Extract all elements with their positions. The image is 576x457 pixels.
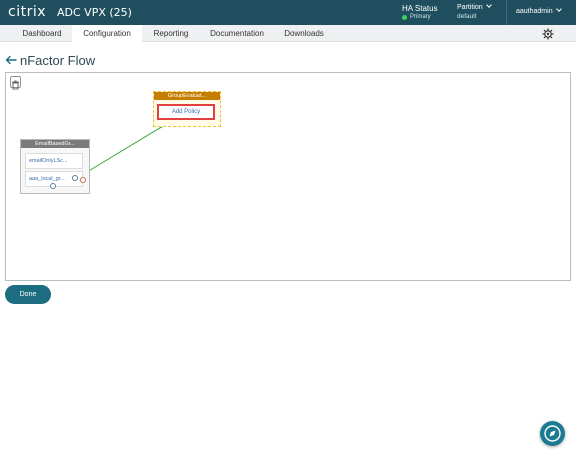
chevron-down-icon	[485, 2, 492, 8]
ha-state: Primary	[402, 14, 438, 20]
tab-downloads[interactable]: Downloads	[278, 25, 330, 42]
add-policy-button[interactable]: Add Policy	[157, 104, 215, 120]
tab-dashboard[interactable]: Dashboard	[14, 25, 70, 42]
chevron-down-icon	[555, 6, 562, 12]
top-bar: citrix ADC VPX (25) HA Status Primary Pa…	[0, 0, 576, 25]
flow-node-email-based[interactable]: EmailBasedGr... emailOnlyLSc... aaa_loca…	[20, 139, 90, 194]
page-title: nFactor Flow	[20, 53, 96, 68]
username: aauthadmin	[516, 8, 553, 15]
edit-policy-icon[interactable]	[72, 175, 78, 181]
main-nav: Dashboard Configuration Reporting Docume…	[0, 25, 576, 42]
citrix-logo: citrix	[8, 4, 47, 20]
user-menu[interactable]: aauthadmin	[516, 6, 562, 15]
tab-documentation[interactable]: Documentation	[204, 25, 270, 42]
flow-connector	[81, 124, 164, 176]
node-policy-row[interactable]: emailOnlyLSc...	[25, 153, 83, 169]
gear-icon[interactable]	[542, 28, 554, 40]
add-policy-icon[interactable]	[50, 183, 56, 189]
next-factor-connector-icon[interactable]	[80, 177, 86, 183]
compass-icon	[544, 425, 561, 442]
ha-status-label: HA Status	[402, 4, 438, 13]
flow-node-group-evaluation[interactable]: GroupEvaluat... Add Policy	[153, 91, 221, 127]
product-name: ADC VPX (25)	[57, 6, 132, 19]
status-dot-icon	[402, 14, 407, 20]
node-title: GroupEvaluat...	[154, 92, 220, 100]
partition-selector[interactable]: Partition default	[457, 2, 492, 20]
partition-label: Partition	[457, 4, 483, 11]
tab-configuration[interactable]: Configuration	[72, 25, 142, 42]
navigation-fab[interactable]	[540, 421, 565, 446]
node-title: EmailBasedGr...	[21, 140, 89, 148]
ha-state-text: Primary	[410, 14, 431, 20]
tab-reporting[interactable]: Reporting	[146, 25, 196, 42]
back-arrow-icon[interactable]	[5, 54, 17, 66]
done-button[interactable]: Done	[5, 285, 51, 304]
partition-value: default	[457, 13, 477, 20]
ha-status[interactable]: HA Status Primary	[402, 4, 438, 20]
flow-canvas[interactable]: EmailBasedGr... emailOnlyLSc... aaa_loca…	[5, 72, 571, 281]
divider	[506, 0, 507, 25]
